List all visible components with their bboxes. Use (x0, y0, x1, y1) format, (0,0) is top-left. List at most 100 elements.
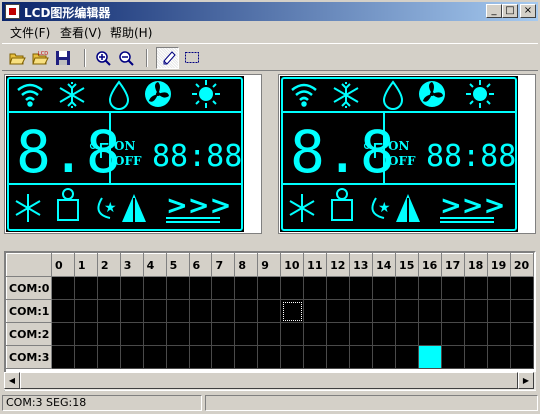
segment-cell[interactable] (326, 276, 351, 300)
segment-cell[interactable] (188, 276, 213, 300)
lcd-panel-left[interactable]: 8.8 °F ON OFF 88:88 ★ >>> (4, 74, 262, 234)
segment-cell[interactable] (96, 299, 121, 323)
open-button[interactable] (6, 47, 29, 69)
save-button[interactable] (52, 47, 75, 69)
segment-cell[interactable] (142, 322, 167, 346)
segment-cell[interactable] (211, 299, 236, 323)
pencil-button[interactable] (156, 47, 179, 69)
segment-cell[interactable] (372, 299, 397, 323)
segment-cell[interactable] (395, 276, 420, 300)
zoom-in-button[interactable] (92, 47, 115, 69)
maximize-button[interactable]: □ (502, 4, 518, 18)
segment-cell[interactable] (463, 276, 488, 300)
segment-cell[interactable] (440, 276, 465, 300)
menu-file[interactable]: 文件(F) (10, 24, 50, 41)
segment-cell[interactable] (509, 299, 534, 323)
open-lcd-button[interactable]: LCD (29, 47, 52, 69)
segment-cell[interactable] (440, 345, 465, 369)
segment-cell[interactable] (349, 276, 374, 300)
segment-cell[interactable] (326, 299, 351, 323)
segment-cell[interactable] (280, 299, 305, 323)
segment-cell[interactable] (463, 345, 488, 369)
segment-cell[interactable] (188, 322, 213, 346)
segment-cell[interactable] (349, 345, 374, 369)
segment-cell[interactable] (486, 276, 511, 300)
segment-cell[interactable] (280, 276, 305, 300)
segment-cell[interactable] (509, 345, 534, 369)
segment-cell[interactable] (165, 345, 190, 369)
segment-cell[interactable] (119, 322, 144, 346)
segment-cell[interactable] (326, 322, 351, 346)
segment-cell[interactable] (395, 322, 420, 346)
segment-cell[interactable] (96, 345, 121, 369)
lcd-panel-right[interactable]: 8.8 °F ON OFF 88:88 ★ >>> (278, 74, 536, 234)
segment-cell[interactable] (303, 322, 328, 346)
segment-cell[interactable] (303, 299, 328, 323)
segment-cell[interactable] (96, 322, 121, 346)
segment-cell[interactable] (440, 299, 465, 323)
segment-cell[interactable] (349, 299, 374, 323)
segment-cell[interactable] (418, 276, 442, 300)
segment-cell[interactable] (418, 322, 442, 346)
segment-cell[interactable] (257, 345, 282, 369)
segment-cell[interactable] (234, 299, 259, 323)
segment-cell[interactable] (188, 299, 213, 323)
minimize-button[interactable]: _ (486, 4, 502, 18)
segment-cell[interactable] (372, 276, 397, 300)
title-bar[interactable]: LCD图形编辑器 _ □ × (2, 2, 538, 21)
segment-cell[interactable] (257, 276, 282, 300)
segment-cell[interactable] (96, 276, 121, 300)
segment-cell[interactable] (303, 345, 328, 369)
segment-cell[interactable] (188, 345, 213, 369)
segment-cell[interactable] (73, 276, 98, 300)
segment-cell[interactable] (142, 299, 167, 323)
segment-cell[interactable] (395, 345, 420, 369)
horizontal-scrollbar[interactable]: ◀ ▶ (4, 372, 536, 390)
segment-cell[interactable] (463, 299, 488, 323)
segment-cell[interactable] (257, 322, 282, 346)
segment-cell[interactable] (280, 322, 305, 346)
segment-cell[interactable] (119, 276, 144, 300)
segment-cell[interactable] (211, 322, 236, 346)
segment-cell[interactable] (119, 299, 144, 323)
scroll-right-button[interactable]: ▶ (518, 372, 534, 389)
segment-cell[interactable] (50, 322, 75, 346)
segment-cell[interactable] (73, 322, 98, 346)
segment-cell[interactable] (463, 322, 488, 346)
segment-cell[interactable] (486, 345, 511, 369)
segment-cell[interactable] (73, 299, 98, 323)
segment-cell[interactable] (50, 299, 75, 323)
select-rect-button[interactable] (181, 47, 204, 69)
segment-cell[interactable] (349, 322, 374, 346)
segment-cell[interactable] (509, 276, 534, 300)
segment-cell[interactable] (119, 345, 144, 369)
segment-cell[interactable] (50, 276, 75, 300)
segment-cell[interactable] (257, 299, 282, 323)
segment-cell[interactable] (372, 345, 397, 369)
segment-cell[interactable] (509, 322, 534, 346)
segment-cell[interactable] (234, 322, 259, 346)
segment-cell[interactable] (418, 345, 442, 369)
segment-cell[interactable] (486, 299, 511, 323)
close-button[interactable]: × (520, 4, 536, 18)
segment-cell[interactable] (395, 299, 420, 323)
segment-cell[interactable] (165, 299, 190, 323)
segment-cell[interactable] (303, 276, 328, 300)
segment-cell[interactable] (165, 276, 190, 300)
segment-cell[interactable] (418, 299, 442, 323)
segment-cell[interactable] (50, 345, 75, 369)
segment-cell[interactable] (142, 345, 167, 369)
segment-cell[interactable] (486, 322, 511, 346)
segment-cell[interactable] (165, 322, 190, 346)
segment-cell[interactable] (372, 322, 397, 346)
segment-cell[interactable] (234, 276, 259, 300)
segment-cell[interactable] (211, 345, 236, 369)
menu-help[interactable]: 帮助(H) (110, 24, 152, 41)
zoom-out-button[interactable] (115, 47, 138, 69)
segment-cell[interactable] (280, 345, 305, 369)
menu-view[interactable]: 查看(V) (60, 24, 102, 41)
segment-cell[interactable] (326, 345, 351, 369)
scroll-thumb[interactable] (20, 372, 518, 389)
segment-cell[interactable] (234, 345, 259, 369)
segment-cell[interactable] (440, 322, 465, 346)
